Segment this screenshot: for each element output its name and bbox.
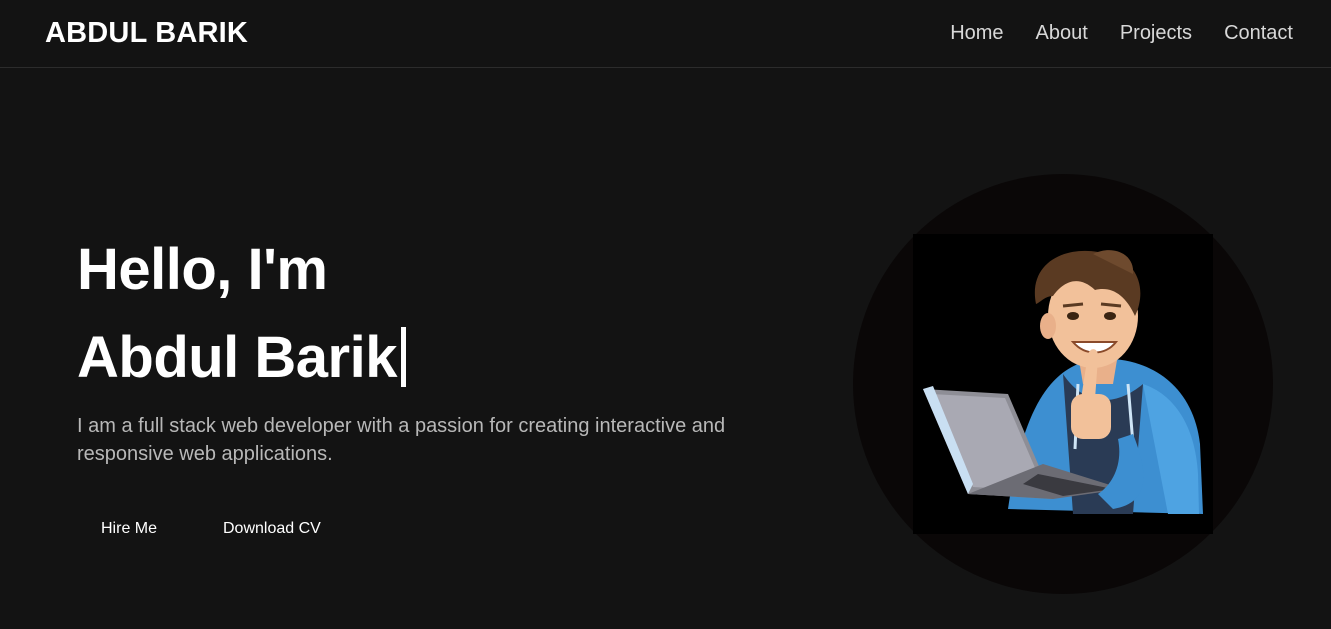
nav-links: Home About Projects Contact xyxy=(950,20,1293,46)
developer-illustration xyxy=(913,234,1213,534)
hero-greeting: Hello, I'm xyxy=(77,237,328,302)
typing-cursor xyxy=(401,327,406,387)
hero-title: Hello, I'm Abdul Barik xyxy=(77,226,406,402)
navbar: ABDUL BARIK Home About Projects Contact xyxy=(0,0,1331,68)
nav-link-about[interactable]: About xyxy=(1036,20,1088,46)
avatar xyxy=(913,234,1213,534)
nav-link-projects[interactable]: Projects xyxy=(1120,20,1192,46)
download-cv-button[interactable]: Download CV xyxy=(223,512,321,546)
hero-name-line: Abdul Barik xyxy=(77,314,406,402)
hero-name: Abdul Barik xyxy=(77,325,398,390)
nav-link-contact[interactable]: Contact xyxy=(1224,20,1293,46)
hero-description: I am a full stack web developer with a p… xyxy=(77,415,726,465)
hire-me-button[interactable]: Hire Me xyxy=(101,512,157,546)
brand-logo[interactable]: ABDUL BARIK xyxy=(45,15,248,51)
nav-link-home[interactable]: Home xyxy=(950,20,1003,46)
